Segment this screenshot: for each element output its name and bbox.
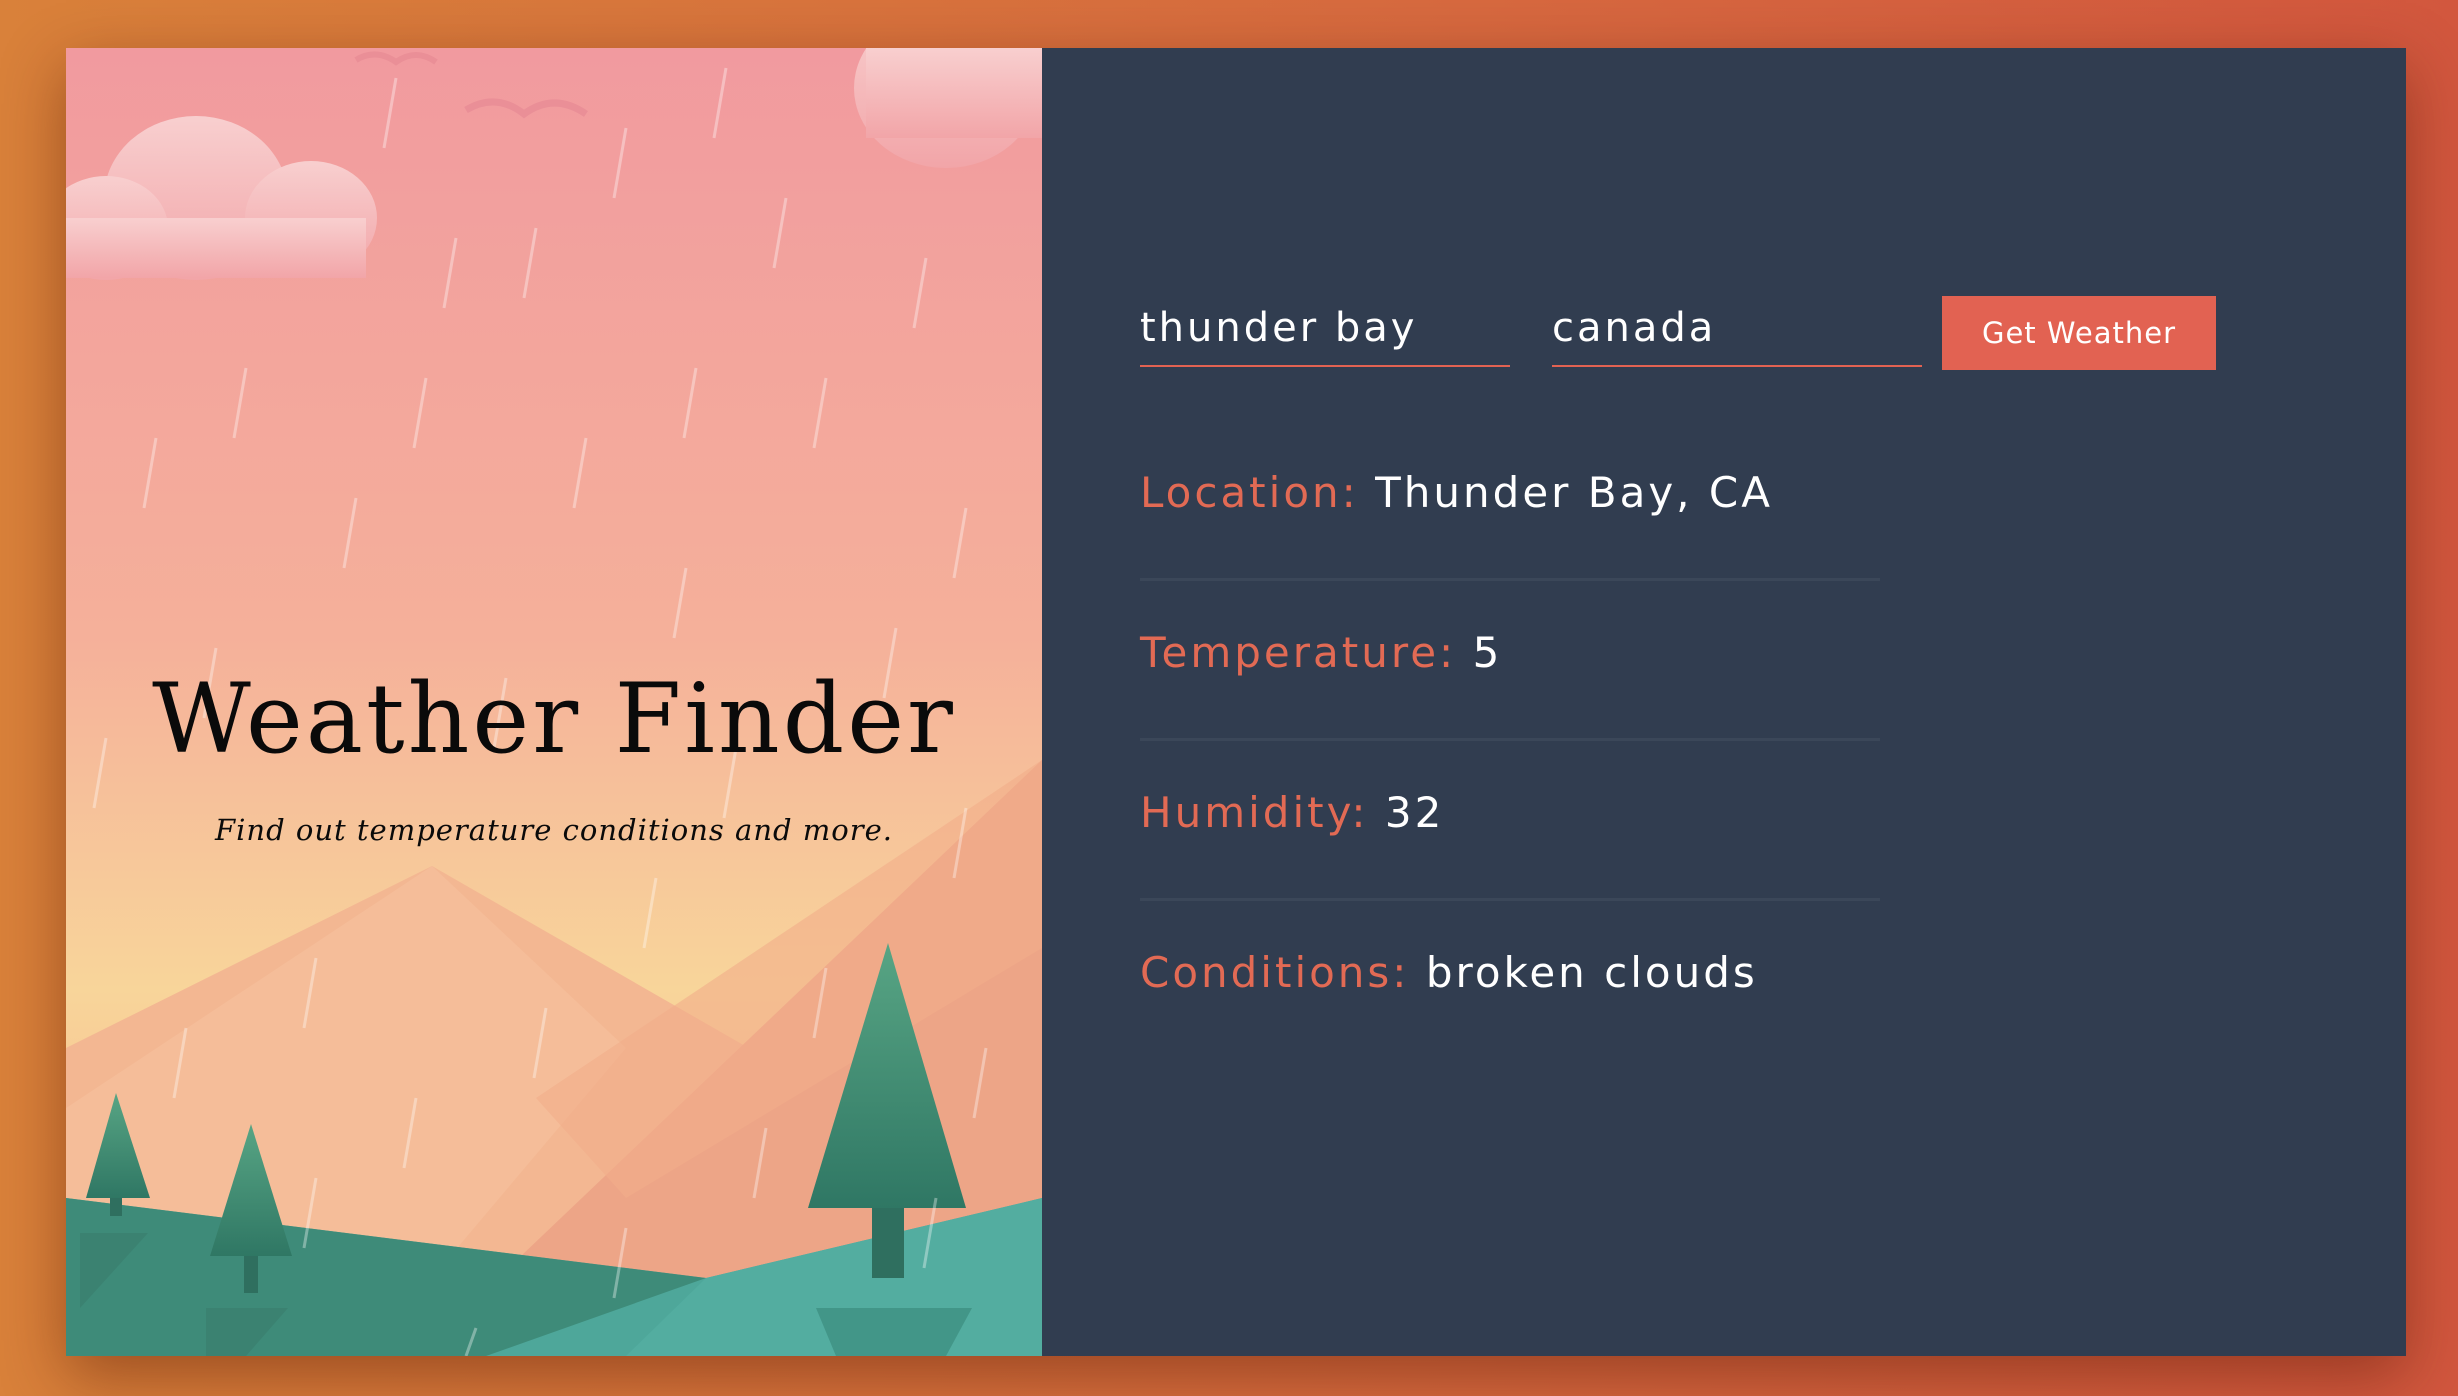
city-field <box>1140 293 1510 367</box>
location-label: Location: <box>1140 468 1376 517</box>
location-value: Thunder Bay, CA <box>1375 468 1773 517</box>
humidity-label: Humidity: <box>1140 788 1385 837</box>
country-input[interactable] <box>1552 293 1922 363</box>
app-subtitle: Find out temperature conditions and more… <box>215 813 893 847</box>
temperature-row: Temperature: 5 <box>1140 628 1880 741</box>
conditions-label: Conditions: <box>1140 948 1426 997</box>
humidity-value: 32 <box>1384 788 1445 837</box>
app-window: Weather Finder Find out temperature cond… <box>66 48 2406 1356</box>
conditions-row: Conditions: broken clouds <box>1140 948 1880 1058</box>
hero-panel: Weather Finder Find out temperature cond… <box>66 48 1042 1356</box>
city-input[interactable] <box>1140 293 1510 363</box>
hero-text-block: Weather Finder Find out temperature cond… <box>66 48 1042 1356</box>
temperature-value: 5 <box>1472 628 1503 677</box>
app-title: Weather Finder <box>152 663 956 775</box>
get-weather-button[interactable]: Get Weather <box>1942 296 2216 370</box>
location-row: Location: Thunder Bay, CA <box>1140 468 1880 581</box>
conditions-value: broken clouds <box>1425 948 1758 997</box>
weather-panel: Get Weather Location: Thunder Bay, CA Te… <box>1042 48 2406 1356</box>
country-field <box>1552 293 1922 367</box>
temperature-label: Temperature: <box>1140 628 1473 677</box>
humidity-row: Humidity: 32 <box>1140 788 1880 901</box>
